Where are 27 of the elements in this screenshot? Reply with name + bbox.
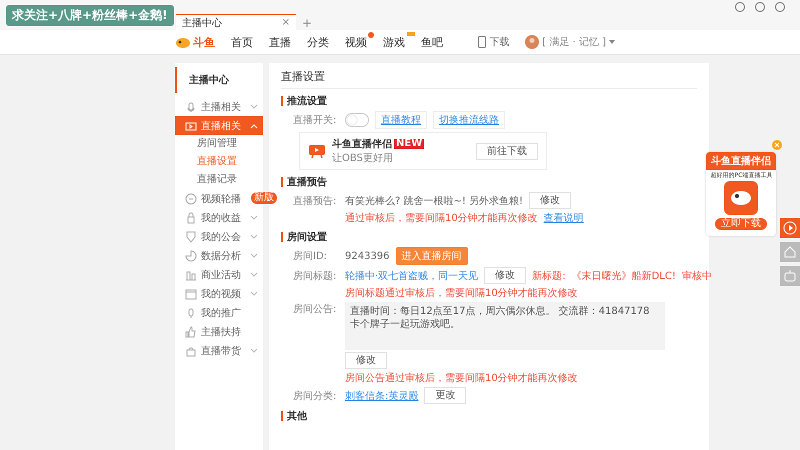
review-status: 审核中 [682,270,712,282]
notice-text: 房间公告通过审核后，需要间隔10分钟才能再次修改 [345,372,578,385]
field-label: 房间ID: [293,250,328,263]
section-heading: 直播预告 [287,176,327,189]
field-label: 房间分类: [293,390,338,402]
new-badge: NEW [394,139,424,149]
field-label: 房间标题: [293,270,338,282]
notice-text: 房间标题通过审核后，需要间隔10分钟才能再次修改 [345,286,578,300]
field-label: 直播开关: [293,114,338,127]
section-heading: 推流设置 [287,94,327,108]
notice-text: 通过审核后，需要间隔10分钟才能再次修改 [345,212,538,225]
field-label: 直播预告: [293,194,338,208]
promo-subtitle: 让OBS更好用 [332,152,394,165]
sidebar-title: 主播中心 [175,67,263,93]
room-title: 轮播中·双七首盗贼，同一天见 [345,270,478,282]
section-heading: 房间设置 [287,230,327,244]
new-title: 《末日曙光》船新DLC! [572,270,676,282]
overlay-caption: 求关注+八牌+粉丝棒+金鹅! [6,5,174,26]
new-badge: 新版 [251,192,277,204]
room-id: 9243396 [345,250,390,262]
promo-title: 斗鱼直播伴侣 [332,138,392,151]
preview-text: 有笑光棒么? 跳舍一根啦~! 另外求鱼粮! [345,194,524,208]
page-title: 直播设置 [281,69,697,89]
new-title-label: 新标题: [532,270,566,282]
ad-title: 斗鱼直播伴侣 [706,152,776,170]
field-label: 房间公告: [293,302,338,316]
section-heading: 其他 [287,410,307,423]
